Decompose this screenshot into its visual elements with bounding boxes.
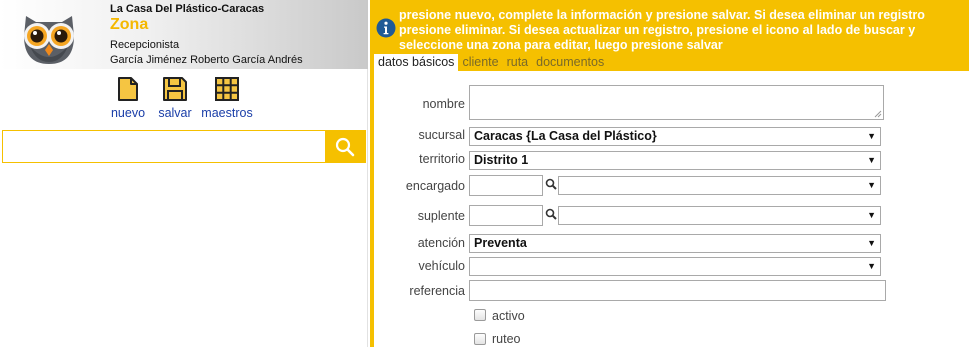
atencion-label: atención <box>417 236 465 250</box>
suplente-code-input[interactable] <box>469 205 543 226</box>
masters-button-label: maestros <box>201 106 253 120</box>
suplente-select[interactable]: ▼ <box>558 206 881 225</box>
territorio-select[interactable]: Distrito 1 ▼ <box>469 151 881 170</box>
save-button-label: salvar <box>158 106 192 120</box>
ruteo-label: ruteo <box>492 332 521 346</box>
referencia-label: referencia <box>409 284 465 298</box>
encargado-select[interactable]: ▼ <box>558 176 881 195</box>
encargado-code-input[interactable] <box>469 175 543 196</box>
nombre-textarea[interactable] <box>469 85 884 120</box>
nombre-label: nombre <box>422 97 465 111</box>
dropdown-arrow-icon: ▼ <box>867 238 876 248</box>
dropdown-arrow-icon: ▼ <box>867 261 876 271</box>
dropdown-arrow-icon: ▼ <box>867 155 876 165</box>
tab-datos-basicos[interactable]: datos básicos <box>374 54 459 71</box>
header: La Casa Del Plástico-Caracas Zona Recepc… <box>0 0 368 69</box>
sucursal-select[interactable]: Caracas {La Casa del Plástico} ▼ <box>469 127 881 146</box>
new-button-label: nuevo <box>110 106 146 120</box>
lookup-search-icon[interactable] <box>545 208 557 220</box>
right-panel: presione nuevo, complete la información … <box>370 0 969 347</box>
sucursal-label: sucursal <box>418 128 465 142</box>
atencion-select[interactable]: Preventa ▼ <box>469 234 881 253</box>
user-name: García Jiménez Roberto García Andrés <box>110 54 303 66</box>
sucursal-value: Caracas {La Casa del Plástico} <box>474 129 657 143</box>
info-icon <box>376 18 396 38</box>
suplente-label: suplente <box>417 209 465 223</box>
search-input[interactable] <box>3 131 325 162</box>
activo-label: activo <box>492 309 525 323</box>
atencion-value: Preventa <box>474 236 527 250</box>
referencia-input[interactable] <box>469 280 886 301</box>
activo-checkbox[interactable] <box>474 309 486 321</box>
new-document-icon <box>118 77 138 101</box>
dropdown-arrow-icon: ▼ <box>867 131 876 141</box>
dropdown-arrow-icon: ▼ <box>867 180 876 190</box>
vehiculo-label: vehículo <box>418 259 465 273</box>
tab-bar: datos básicos cliente ruta documentos <box>374 54 608 71</box>
save-button[interactable]: salvar <box>155 76 195 120</box>
lookup-search-icon[interactable] <box>545 178 557 190</box>
territorio-value: Distrito 1 <box>474 153 529 167</box>
territorio-label: territorio <box>419 152 465 166</box>
zone-form: nombre sucursal Caracas {La Casa del Plá… <box>374 71 969 347</box>
search-icon <box>335 137 355 156</box>
page-title: Zona <box>110 16 149 33</box>
ruteo-checkbox[interactable] <box>474 333 486 345</box>
search-button[interactable] <box>325 131 365 162</box>
company-name: La Casa Del Plástico-Caracas <box>110 3 265 15</box>
search-bar <box>2 130 366 163</box>
left-panel: La Casa Del Plástico-Caracas Zona Recepc… <box>0 0 368 347</box>
new-button[interactable]: nuevo <box>110 76 146 120</box>
grid-table-icon <box>215 77 239 101</box>
vehiculo-select[interactable]: ▼ <box>469 257 881 276</box>
info-message: presione nuevo, complete la información … <box>399 8 925 52</box>
tab-ruta[interactable]: ruta <box>503 54 533 71</box>
tab-cliente[interactable]: cliente <box>458 54 502 71</box>
resize-grip-icon[interactable] <box>874 110 882 118</box>
encargado-label: encargado <box>405 179 465 193</box>
user-role: Recepcionista <box>110 39 180 51</box>
tab-documentos[interactable]: documentos <box>532 54 608 71</box>
save-disk-icon <box>163 77 187 101</box>
masters-button[interactable]: maestros <box>200 76 254 120</box>
dropdown-arrow-icon: ▼ <box>867 210 876 220</box>
app-window: La Casa Del Plástico-Caracas Zona Recepc… <box>0 0 969 347</box>
owl-logo-icon <box>24 16 74 64</box>
